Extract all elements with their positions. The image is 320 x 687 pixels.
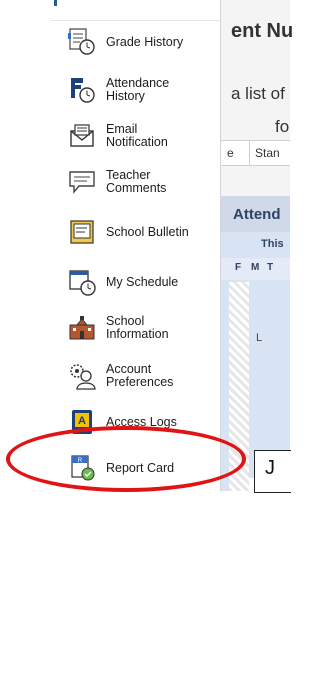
tab-bar: e Stan — [221, 140, 290, 166]
sidebar-item-label: Grade History — [106, 34, 184, 49]
day-header-row: F M T — [221, 258, 290, 280]
day-header: M — [251, 262, 260, 273]
highlight-annotation — [6, 426, 246, 492]
overlay-panel — [249, 478, 290, 687]
email-icon — [64, 119, 100, 153]
day-header: F — [235, 262, 242, 273]
tab-standards[interactable]: Stan — [255, 146, 280, 160]
attendance-title: Attend — [233, 206, 281, 223]
day-header: T — [267, 262, 274, 273]
sidebar-item-label: My Schedule — [106, 274, 179, 289]
sidebar-item-school-information[interactable]: School Information — [64, 308, 220, 348]
attendance-history-icon — [64, 73, 100, 107]
attendance-header: Attend — [221, 196, 290, 232]
main-content: ent Nu a list of fo e Stan Attend This F… — [220, 0, 294, 687]
sidebar-item-label: School Information — [106, 314, 169, 341]
grade-history-icon — [64, 25, 100, 59]
svg-text:A: A — [78, 415, 86, 427]
sidebar-item-grade-history[interactable]: Grade History — [64, 22, 220, 62]
bulletin-icon — [64, 215, 100, 249]
sidebar-item-my-schedule[interactable]: My Schedule — [64, 262, 220, 302]
description-line-1: a list of — [231, 84, 285, 103]
schedule-icon — [64, 265, 100, 299]
sidebar-top-edge — [50, 0, 220, 21]
tab-divider — [249, 141, 250, 165]
sidebar-item-label: Account Preferences — [106, 362, 174, 389]
tab-first[interactable]: e — [227, 146, 234, 160]
sidebar-item-teacher-comments[interactable]: Teacher Comments — [64, 162, 220, 202]
school-icon — [64, 311, 100, 345]
attendance-cell: L — [256, 332, 263, 344]
sidebar-item-account-preferences[interactable]: Account Preferences — [64, 356, 220, 396]
sidebar-nav: Grade History Attendance History Email N… — [0, 0, 220, 491]
sidebar-item-label: School Bulletin — [106, 224, 189, 239]
popup-box: J — [254, 450, 291, 493]
sidebar-item-email-notification[interactable]: Email Notification — [64, 116, 220, 156]
sidebar-item-school-bulletin[interactable]: School Bulletin — [64, 212, 220, 252]
sidebar-item-attendance-history[interactable]: Attendance History — [64, 70, 220, 110]
account-icon — [64, 359, 100, 393]
comments-icon — [64, 165, 100, 199]
sidebar-item-label: Teacher Comments — [106, 168, 167, 195]
description-line-2: fo — [275, 117, 290, 136]
page-title: ent Nu — [231, 20, 294, 42]
sidebar-item-label: Attendance History — [106, 76, 170, 103]
sidebar-item-label: Email Notification — [106, 122, 168, 149]
popup-text: J — [265, 457, 275, 479]
this-week-label: This — [261, 238, 284, 250]
